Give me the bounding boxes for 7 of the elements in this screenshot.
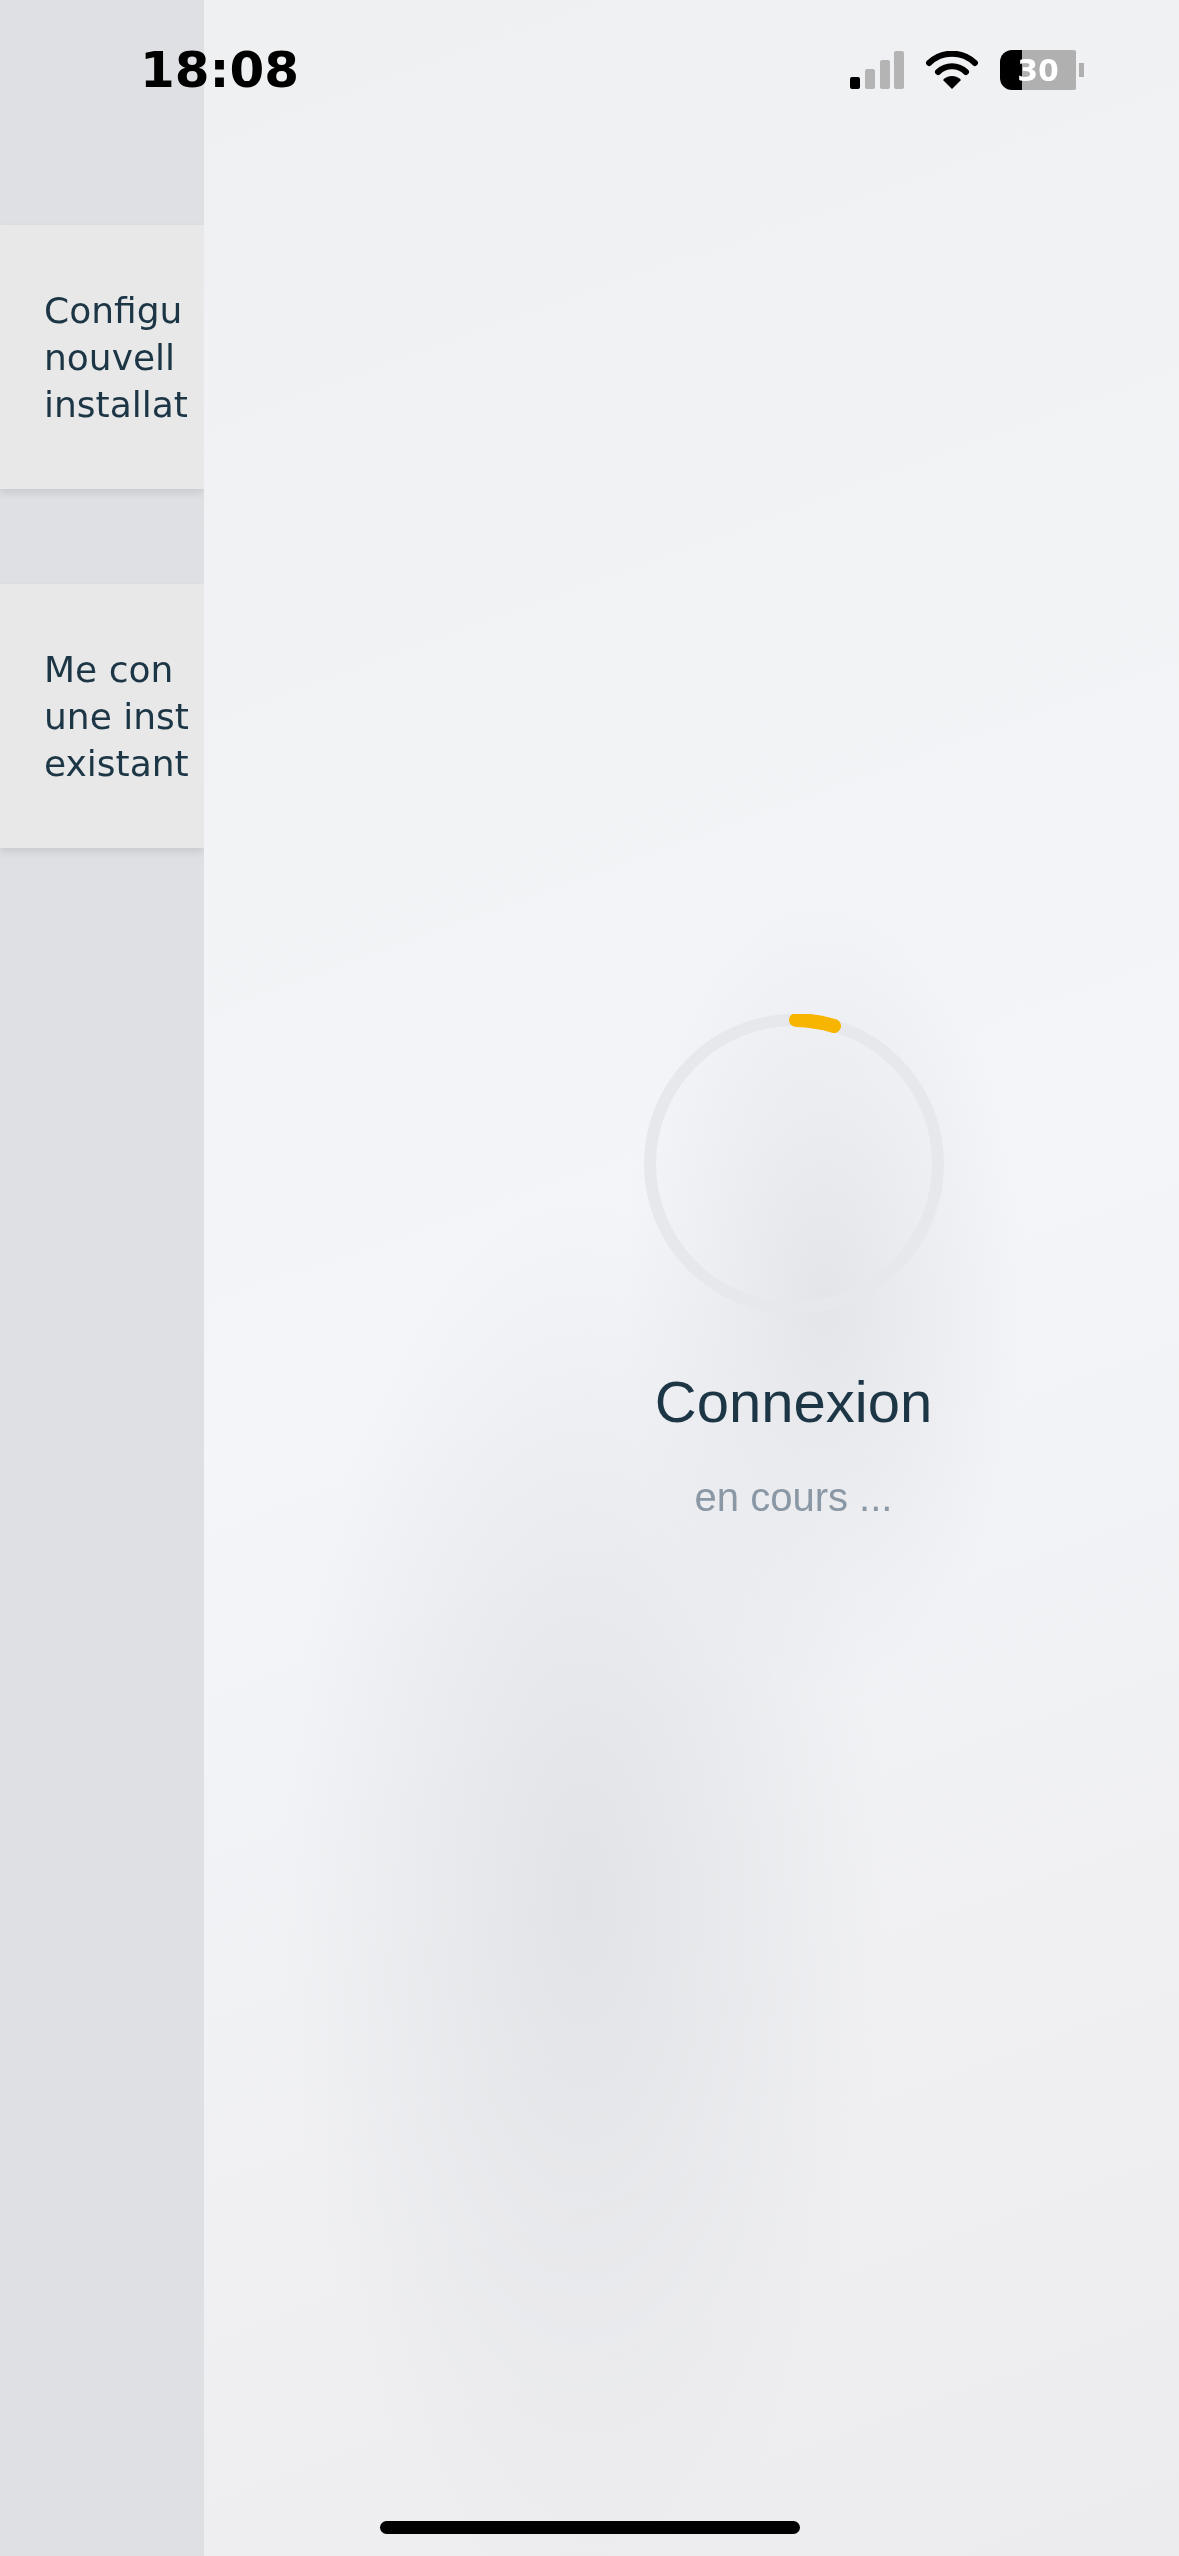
wifi-icon [926, 51, 978, 89]
loading-subtitle: en cours ... [694, 1475, 893, 1520]
status-time: 18:08 [140, 41, 300, 99]
menu-card[interactable]: Configu nouvell installat [0, 225, 204, 489]
loading-title: Connexion [654, 1368, 933, 1435]
menu-card[interactable]: Me con une inst existant [0, 584, 204, 848]
signal-icon [850, 51, 904, 89]
